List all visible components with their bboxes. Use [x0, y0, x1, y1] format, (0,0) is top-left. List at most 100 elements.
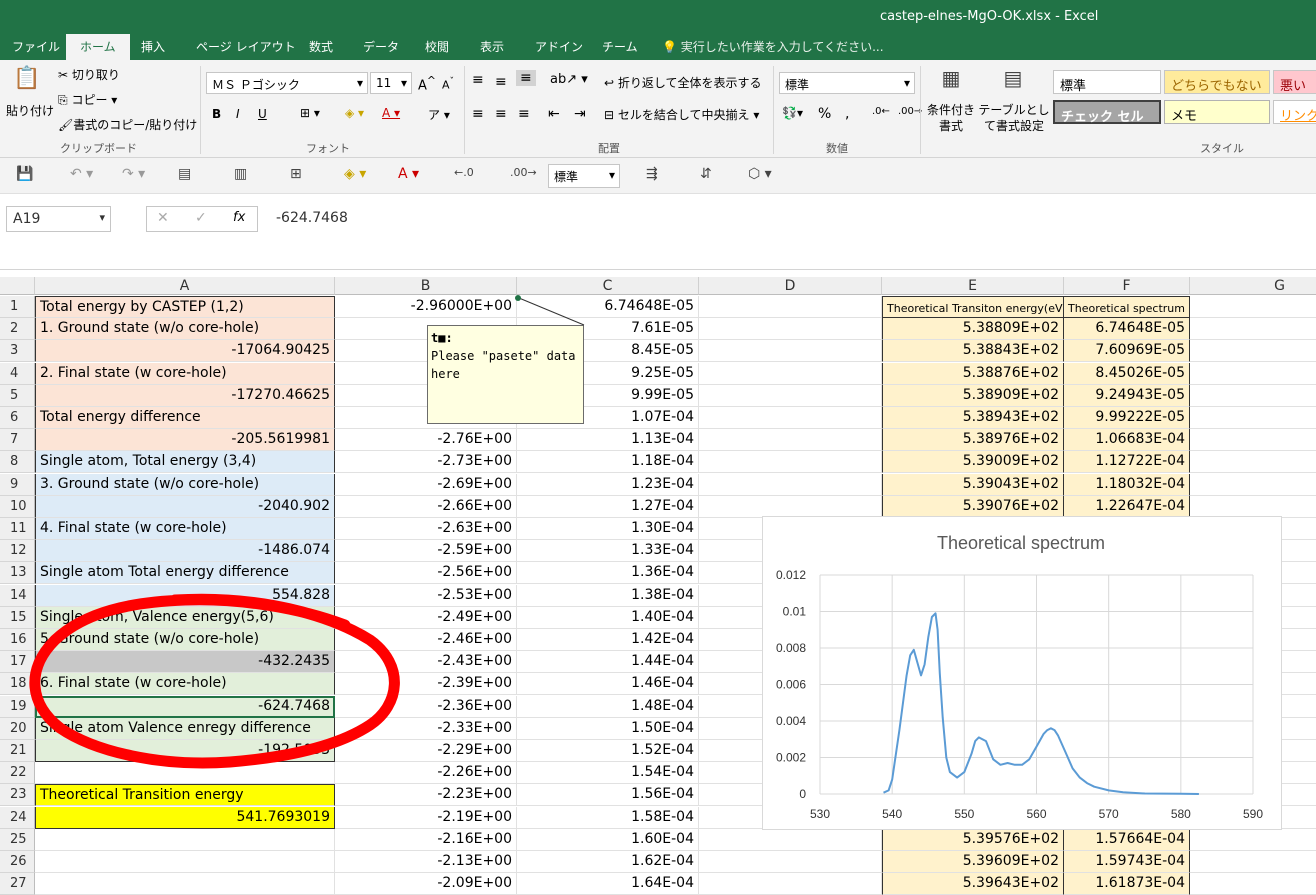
tab-review[interactable]: 校閲: [425, 38, 449, 55]
cell-c15[interactable]: 1.40E-04: [517, 606, 699, 629]
column-header-a[interactable]: A: [35, 277, 335, 295]
cell-g25[interactable]: [1190, 829, 1316, 851]
cell-d7[interactable]: [699, 429, 882, 452]
cell-e6[interactable]: 5.38943E+02: [882, 407, 1064, 429]
row-header[interactable]: 9: [0, 473, 35, 496]
cell-a19[interactable]: -624.7468: [35, 695, 335, 718]
cell-c11[interactable]: 1.30E-04: [517, 518, 699, 540]
decrease-indent-icon[interactable]: ⇤: [548, 106, 560, 122]
tab-formulas[interactable]: 数式: [309, 38, 333, 55]
cell-e3[interactable]: 5.38843E+02: [882, 340, 1064, 363]
cell-b12[interactable]: -2.59E+00: [335, 540, 517, 563]
decimal-icon[interactable]: .00→: [510, 166, 537, 179]
cell-d27[interactable]: [699, 873, 882, 895]
copy-button[interactable]: ⎘ コピー ▾: [58, 91, 117, 108]
cell-a12[interactable]: -1486.074: [35, 540, 335, 563]
style-bad[interactable]: 悪い: [1273, 70, 1316, 94]
cell-d2[interactable]: [699, 318, 882, 341]
check-icon[interactable]: ✓: [195, 210, 207, 226]
bold-button[interactable]: B: [212, 107, 221, 121]
comma-icon[interactable]: ,: [845, 106, 849, 122]
cell-c10[interactable]: 1.27E-04: [517, 495, 699, 518]
cell-f3[interactable]: 7.60969E-05: [1064, 340, 1190, 363]
row-header[interactable]: 27: [0, 873, 35, 895]
cell-b13[interactable]: -2.56E+00: [335, 562, 517, 585]
italic-button[interactable]: I: [236, 107, 240, 121]
cell-a27[interactable]: [35, 873, 335, 895]
cell-g4[interactable]: [1190, 363, 1316, 385]
cell-b18[interactable]: -2.39E+00: [335, 673, 517, 696]
fill-color-icon[interactable]: ◈ ▾: [345, 106, 364, 120]
cell-a4[interactable]: 2. Final state (w core-hole): [35, 362, 335, 385]
row-header[interactable]: 10: [0, 495, 35, 518]
save-icon[interactable]: 💾: [16, 166, 33, 182]
cell-b24[interactable]: -2.19E+00: [335, 806, 517, 829]
row-header[interactable]: 11: [0, 518, 35, 540]
cell-a14[interactable]: 554.828: [35, 584, 335, 607]
cell-a23[interactable]: Theoretical Transition energy: [35, 784, 335, 807]
wrap-icon[interactable]: ⇵: [700, 166, 712, 182]
cell-g27[interactable]: [1190, 873, 1316, 895]
cell-b17[interactable]: -2.43E+00: [335, 651, 517, 674]
cell-a25[interactable]: [35, 828, 335, 851]
row-header[interactable]: 20: [0, 717, 35, 740]
style-normal[interactable]: 標準: [1053, 70, 1161, 94]
row-header[interactable]: 2: [0, 318, 35, 341]
cell-d1[interactable]: [699, 296, 882, 318]
cell-e8[interactable]: 5.39009E+02: [882, 451, 1064, 474]
cell-a1[interactable]: Total energy by CASTEP (1,2): [35, 296, 335, 318]
border-icon[interactable]: ⊞ ▾: [300, 106, 320, 120]
column-header-d[interactable]: D: [699, 277, 882, 295]
cell-f26[interactable]: 1.59743E-04: [1064, 851, 1190, 873]
paste-icon[interactable]: 📋: [12, 66, 42, 98]
tab-addins[interactable]: アドイン: [535, 38, 583, 55]
row-header[interactable]: 19: [0, 695, 35, 718]
cell-c8[interactable]: 1.18E-04: [517, 451, 699, 474]
paste-button[interactable]: 貼り付け: [6, 102, 54, 119]
cell-a20[interactable]: Single atom Valence enregy difference: [35, 717, 335, 740]
row-header[interactable]: 7: [0, 429, 35, 452]
cell-g2[interactable]: [1190, 318, 1316, 341]
cell-e9[interactable]: 5.39043E+02: [882, 473, 1064, 496]
column-header-g[interactable]: G: [1190, 277, 1316, 295]
cell-f10[interactable]: 1.22647E-04: [1064, 495, 1190, 518]
function-icon[interactable]: fx: [233, 210, 245, 225]
border-icon[interactable]: ⊞: [290, 166, 302, 182]
cell-c14[interactable]: 1.38E-04: [517, 584, 699, 607]
tab-team[interactable]: チーム: [602, 38, 638, 55]
row-header[interactable]: 14: [0, 584, 35, 607]
name-box[interactable]: A19 ▾: [6, 206, 111, 232]
cell-f9[interactable]: 1.18032E-04: [1064, 473, 1190, 496]
column-header-e[interactable]: E: [882, 277, 1064, 295]
cell-e7[interactable]: 5.38976E+02: [882, 429, 1064, 452]
row-header[interactable]: 18: [0, 673, 35, 696]
row-header[interactable]: 17: [0, 651, 35, 674]
style-link[interactable]: リンク: [1273, 100, 1316, 124]
currency-icon[interactable]: 💱▾: [782, 106, 803, 120]
cell-d26[interactable]: [699, 851, 882, 873]
cell-c17[interactable]: 1.44E-04: [517, 651, 699, 674]
row-header[interactable]: 21: [0, 740, 35, 762]
increase-decimal-icon[interactable]: .0←: [872, 106, 890, 117]
cell-b22[interactable]: -2.26E+00: [335, 762, 517, 785]
style-check-cell[interactable]: チェック セル: [1053, 100, 1161, 125]
cell-f5[interactable]: 9.24943E-05: [1064, 384, 1190, 407]
cell-b16[interactable]: -2.46E+00: [335, 629, 517, 651]
row-header[interactable]: 3: [0, 340, 35, 363]
tab-view[interactable]: 表示: [480, 38, 504, 55]
cell-d25[interactable]: [699, 828, 882, 851]
cell-e2[interactable]: 5.38809E+02: [882, 318, 1064, 341]
cell-e26[interactable]: 5.39609E+02: [882, 851, 1064, 873]
cell-f4[interactable]: 8.45026E-05: [1064, 362, 1190, 385]
cell-e4[interactable]: 5.38876E+02: [882, 362, 1064, 385]
cell-g9[interactable]: [1190, 474, 1316, 496]
wrap-text-button[interactable]: ↩ 折り返して全体を表示する: [604, 74, 762, 91]
font-color-icon[interactable]: A ▾: [398, 166, 419, 182]
cell-d5[interactable]: [699, 384, 882, 407]
tab-page-layout[interactable]: ページ レイアウト: [196, 38, 296, 55]
cell-c27[interactable]: 1.64E-04: [517, 873, 699, 895]
cell-a9[interactable]: 3. Ground state (w/o core-hole): [35, 473, 335, 496]
cell-f1[interactable]: Theoretical spectrum: [1064, 296, 1190, 318]
cell-b19[interactable]: -2.36E+00: [335, 695, 517, 718]
underline-button[interactable]: U: [258, 107, 267, 121]
